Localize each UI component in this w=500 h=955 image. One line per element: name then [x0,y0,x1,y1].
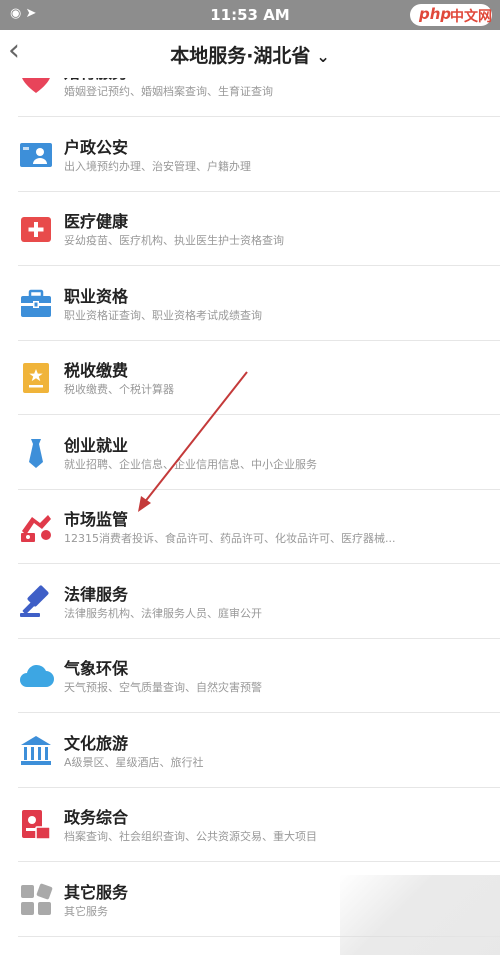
annotation-arrow [138,371,248,512]
